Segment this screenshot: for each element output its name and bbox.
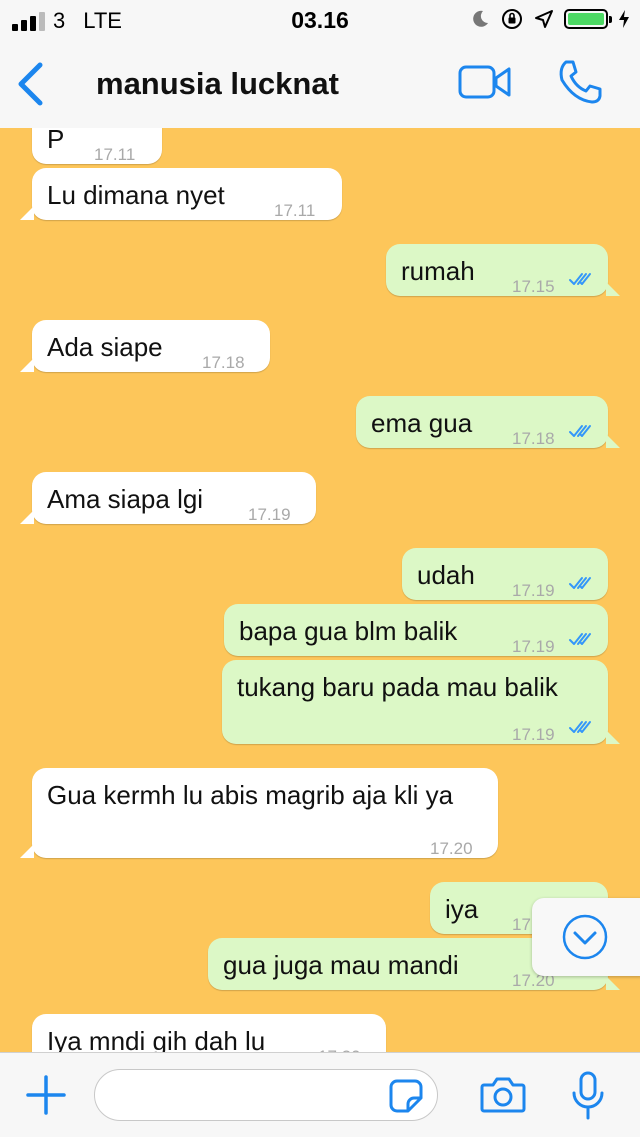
message-text: tukang baru pada mau balik bbox=[237, 672, 558, 702]
message-composer bbox=[0, 1052, 640, 1137]
sticker-icon[interactable] bbox=[388, 1078, 424, 1114]
outgoing-message[interactable]: ema gua 17.18 bbox=[356, 396, 620, 448]
back-chevron-icon[interactable] bbox=[14, 62, 46, 106]
incoming-message[interactable]: Iya mndi gih dah lu 17.20 bbox=[32, 1014, 386, 1052]
moon-icon bbox=[473, 10, 488, 27]
message-text: Ama siapa lgi bbox=[47, 484, 204, 514]
message-text: gua juga mau mandi bbox=[223, 950, 459, 980]
read-receipt-icon bbox=[569, 633, 591, 645]
read-receipt-icon bbox=[569, 425, 591, 437]
message-text: iya bbox=[445, 894, 479, 924]
message-text: bapa gua blm balik bbox=[239, 616, 458, 646]
message-text: ema gua bbox=[371, 408, 473, 438]
message-time: 17.18 bbox=[512, 429, 555, 448]
status-icons bbox=[470, 7, 630, 31]
message-text: rumah bbox=[401, 256, 475, 286]
outgoing-message[interactable]: tukang baru pada mau balik 17.19 bbox=[222, 660, 620, 744]
message-time: 17.20 bbox=[318, 1038, 361, 1052]
plus-icon[interactable] bbox=[26, 1075, 66, 1115]
read-receipt-icon bbox=[569, 577, 591, 589]
message-input[interactable] bbox=[94, 1069, 438, 1121]
message-time: 17.19 bbox=[512, 725, 555, 744]
scroll-down-icon bbox=[562, 914, 608, 960]
video-call-icon[interactable] bbox=[458, 64, 512, 100]
message-text: Ada siape bbox=[47, 332, 163, 362]
message-text: Gua kermh lu abis magrib aja kli ya bbox=[47, 780, 454, 810]
message-text: P bbox=[47, 128, 65, 154]
incoming-message[interactable]: Gua kermh lu abis magrib aja kli ya 17.2… bbox=[20, 768, 498, 858]
incoming-message[interactable]: P 17.11 bbox=[32, 128, 162, 164]
message-text: Iya mndi gih dah lu bbox=[47, 1026, 266, 1052]
message-text: Lu dimana nyet bbox=[47, 180, 225, 210]
microphone-icon[interactable] bbox=[570, 1071, 606, 1121]
battery-icon bbox=[564, 9, 612, 29]
outgoing-message[interactable]: rumah 17.15 bbox=[386, 244, 620, 296]
chat-header: manusia lucknat bbox=[0, 40, 640, 129]
read-receipt-icon bbox=[569, 721, 591, 733]
message-text: udah bbox=[417, 560, 475, 590]
incoming-message[interactable]: Lu dimana nyet 17.11 bbox=[20, 168, 342, 220]
message-time: 17.20 bbox=[430, 839, 473, 858]
charging-icon bbox=[619, 10, 629, 28]
outgoing-message[interactable]: udah 17.19 bbox=[402, 548, 608, 600]
contact-name[interactable]: manusia lucknat bbox=[96, 66, 339, 102]
message-time: 17.19 bbox=[248, 505, 291, 524]
orientation-lock-icon bbox=[502, 9, 522, 29]
status-bar: 3 LTE 03.16 bbox=[0, 0, 640, 40]
incoming-message[interactable]: Ada siape 17.18 bbox=[20, 320, 270, 372]
camera-icon[interactable] bbox=[480, 1076, 526, 1114]
message-time: 17.18 bbox=[202, 353, 245, 372]
phone-call-icon[interactable] bbox=[556, 58, 604, 106]
location-arrow-icon bbox=[535, 10, 553, 28]
incoming-message[interactable]: Ama siapa lgi 17.19 bbox=[20, 472, 316, 524]
outgoing-message[interactable]: bapa gua blm balik 17.19 bbox=[224, 604, 608, 656]
message-time: 17.15 bbox=[512, 277, 555, 296]
scroll-to-bottom-button[interactable] bbox=[532, 898, 640, 976]
message-time: 17.11 bbox=[274, 201, 316, 220]
read-receipt-icon bbox=[569, 273, 591, 285]
